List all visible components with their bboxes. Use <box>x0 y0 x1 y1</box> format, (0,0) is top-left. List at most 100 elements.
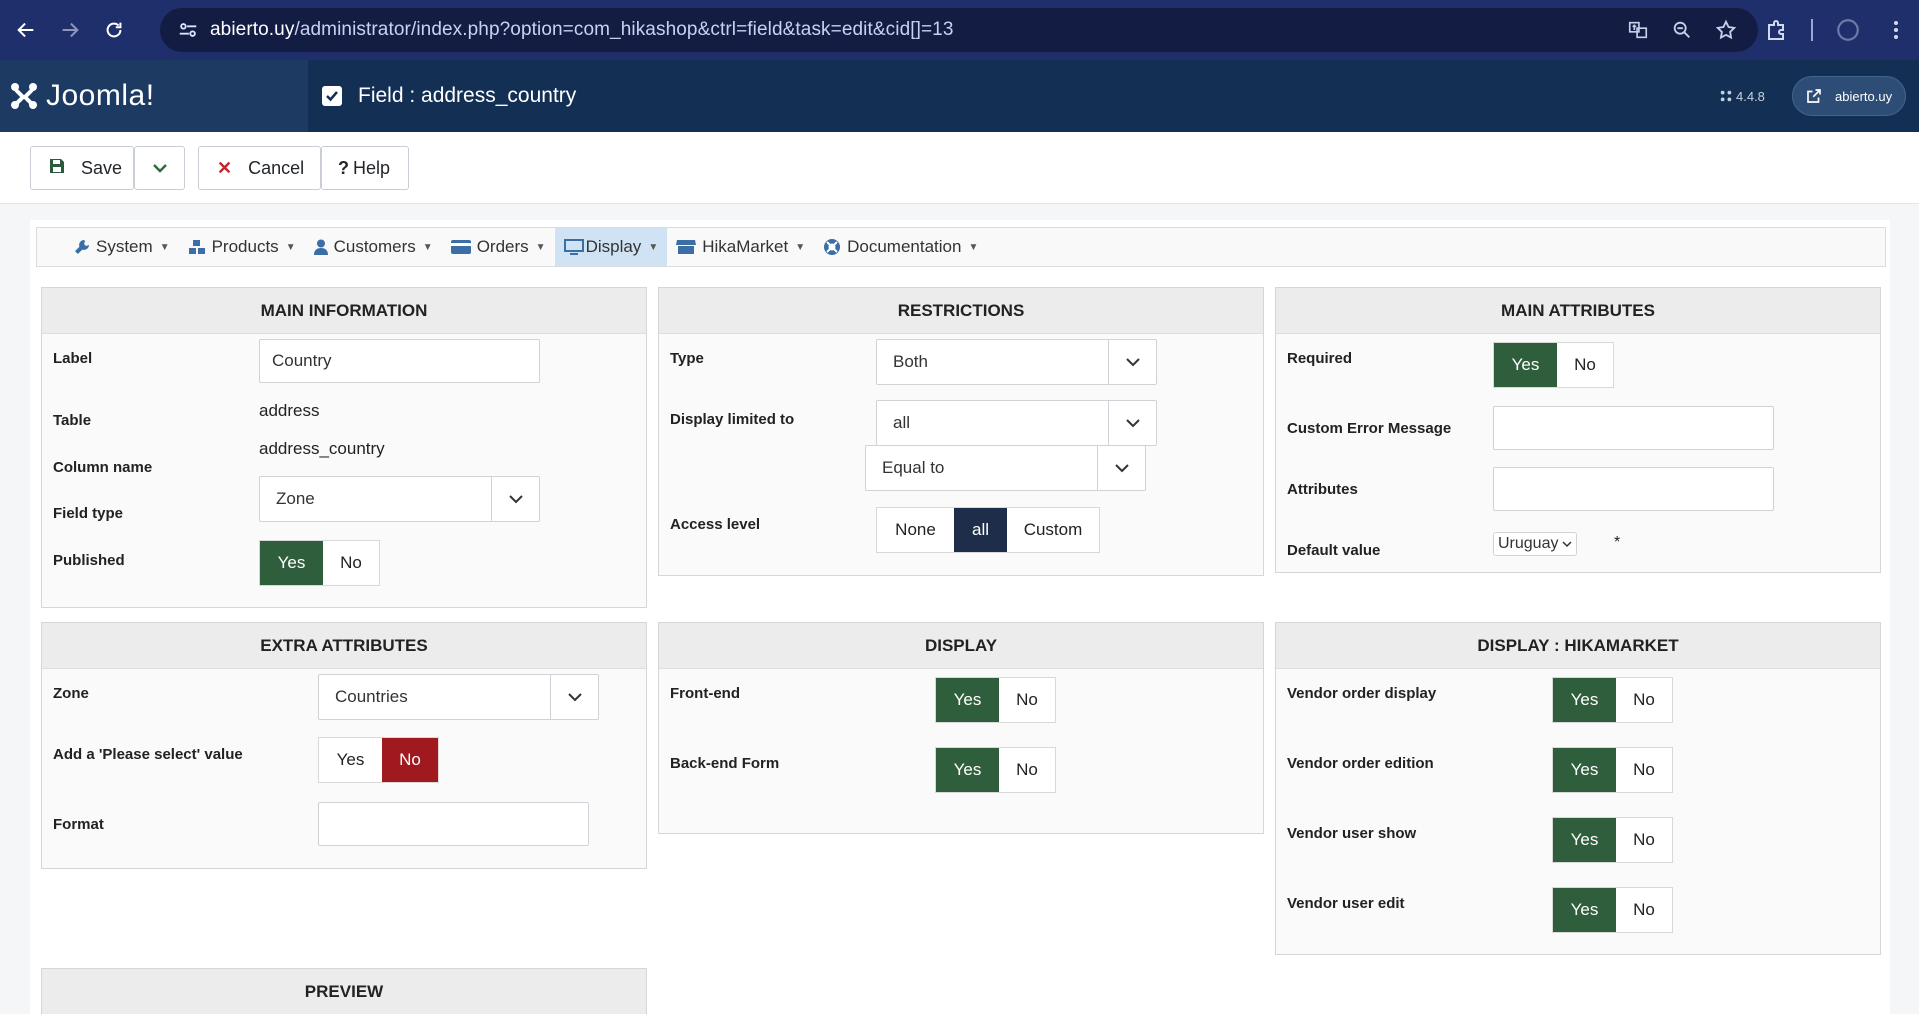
address-bar[interactable]: abierto.uy/administrator/index.php?optio… <box>160 8 1758 52</box>
type-label: Type <box>670 350 704 367</box>
panel-heading: DISPLAY <box>659 623 1263 669</box>
menu-customers[interactable]: Customers ▼ <box>305 228 442 266</box>
frontend-no[interactable]: No <box>999 678 1055 722</box>
vendor-user-show-no[interactable]: No <box>1616 818 1672 862</box>
menu-products-label: Products <box>211 237 279 256</box>
attributes-input[interactable] <box>1493 467 1774 511</box>
menu-display[interactable]: Display ▼ <box>554 228 668 266</box>
backend-no[interactable]: No <box>999 748 1055 792</box>
panel-heading: PREVIEW <box>42 969 646 1014</box>
comparison-select[interactable]: Equal to <box>865 445 1146 491</box>
vendor-order-display-yes[interactable]: Yes <box>1553 678 1616 722</box>
extensions-icon[interactable] <box>1763 17 1789 43</box>
save-options-dropdown[interactable] <box>134 146 185 190</box>
zone-select[interactable]: Countries <box>318 674 599 720</box>
panel-heading: MAIN INFORMATION <box>42 288 646 334</box>
access-custom[interactable]: Custom <box>1007 508 1099 552</box>
required-no[interactable]: No <box>1557 343 1613 387</box>
vendor-user-show-yes[interactable]: Yes <box>1553 818 1616 862</box>
user-icon <box>313 239 328 255</box>
help-label: Help <box>353 157 391 178</box>
published-no[interactable]: No <box>323 541 379 585</box>
required-label: Required <box>1287 350 1353 367</box>
toolbar-divider <box>1811 19 1813 41</box>
save-label: Save <box>81 157 123 178</box>
vendor-order-display-no[interactable]: No <box>1616 678 1672 722</box>
type-value: Both <box>893 352 928 371</box>
translate-icon[interactable] <box>1626 18 1650 42</box>
cancel-button[interactable]: ✕ Cancel <box>198 146 321 190</box>
default-value-select[interactable]: Uruguay <box>1493 532 1578 556</box>
back-icon[interactable] <box>8 12 44 48</box>
monitor-icon <box>563 239 584 255</box>
access-level-label: Access level <box>670 516 761 533</box>
menu-hikamarket[interactable]: HikaMarket ▼ <box>667 228 814 266</box>
page-title-text: Field : address_country <box>358 84 577 107</box>
joomla-logo[interactable]: Joomla! <box>0 60 308 132</box>
joomla-logo-text: Joomla! <box>46 79 155 112</box>
site-link-button[interactable]: abierto.uy <box>1792 76 1906 116</box>
wrench-icon <box>74 239 90 255</box>
menu-dots-icon[interactable] <box>1883 17 1909 43</box>
vendor-order-edition-no[interactable]: No <box>1616 748 1672 792</box>
please-select-no[interactable]: No <box>382 738 438 782</box>
default-value-text: Uruguay <box>1498 535 1559 552</box>
vendor-user-edit-yes[interactable]: Yes <box>1553 888 1616 932</box>
menu-system[interactable]: System ▼ <box>65 228 179 266</box>
checkbox-icon <box>322 86 342 106</box>
required-toggle: Yes No <box>1493 342 1614 388</box>
joomla-version: 4.4.8 <box>1720 60 1765 132</box>
type-select[interactable]: Both <box>876 339 1157 385</box>
vendor-user-edit-label: Vendor user edit <box>1287 895 1405 912</box>
menu-products[interactable]: Products ▼ <box>179 228 305 266</box>
extra-attributes-panel: EXTRA ATTRIBUTES Zone Countries Add a 'P… <box>41 622 647 869</box>
required-yes[interactable]: Yes <box>1494 343 1557 387</box>
format-label: Format <box>53 816 104 833</box>
menu-system-label: System <box>96 237 153 256</box>
zoom-icon[interactable] <box>1670 18 1694 42</box>
save-icon <box>49 158 65 179</box>
reload-icon[interactable] <box>96 12 132 48</box>
chevron-down-icon <box>1108 340 1156 384</box>
access-none[interactable]: None <box>877 508 954 552</box>
please-select-toggle: Yes No <box>318 737 439 783</box>
display-limited-value: all <box>893 413 911 432</box>
vendor-user-show-toggle: Yes No <box>1552 817 1673 863</box>
vendor-user-edit-toggle: Yes No <box>1552 887 1673 933</box>
custom-error-input[interactable] <box>1493 406 1774 450</box>
profile-icon[interactable] <box>1835 17 1861 43</box>
field-type-select[interactable]: Zone <box>259 476 540 522</box>
column-name-value: address_country <box>259 439 385 458</box>
menu-orders-label: Orders <box>476 237 529 256</box>
forward-icon[interactable] <box>52 12 88 48</box>
published-yes[interactable]: Yes <box>260 541 323 585</box>
display-limited-select[interactable]: all <box>876 400 1157 446</box>
custom-error-label: Custom Error Message <box>1287 420 1452 437</box>
menu-documentation[interactable]: Documentation ▼ <box>814 228 987 266</box>
format-input[interactable] <box>318 802 589 846</box>
chevron-down-icon <box>1562 541 1573 548</box>
bookmark-star-icon[interactable] <box>1714 18 1738 42</box>
site-settings-icon[interactable] <box>166 8 210 52</box>
panel-heading: MAIN ATTRIBUTES <box>1276 288 1880 334</box>
vendor-user-edit-no[interactable]: No <box>1616 888 1672 932</box>
vendor-order-edition-toggle: Yes No <box>1552 747 1673 793</box>
url-text[interactable]: abierto.uy/administrator/index.php?optio… <box>210 19 954 41</box>
close-icon: ✕ <box>217 157 233 178</box>
display-panel: DISPLAY Front-end Yes No Back-end Form Y… <box>658 622 1264 834</box>
store-icon <box>676 239 697 255</box>
label-input[interactable]: Country <box>259 339 540 383</box>
site-name: abierto.uy <box>1835 88 1893 104</box>
backend-yes[interactable]: Yes <box>936 748 999 792</box>
default-value-label: Default value <box>1287 542 1381 559</box>
save-button[interactable]: Save <box>30 146 134 190</box>
vendor-order-edition-yes[interactable]: Yes <box>1553 748 1616 792</box>
field-type-value: Zone <box>276 489 315 508</box>
please-select-label: Add a 'Please select' value <box>53 746 243 763</box>
frontend-yes[interactable]: Yes <box>936 678 999 722</box>
please-select-yes[interactable]: Yes <box>319 738 382 782</box>
help-button[interactable]: ? Help <box>321 146 409 190</box>
menu-orders[interactable]: Orders ▼ <box>442 228 555 266</box>
table-value: address <box>259 401 320 420</box>
access-all[interactable]: all <box>954 508 1007 552</box>
